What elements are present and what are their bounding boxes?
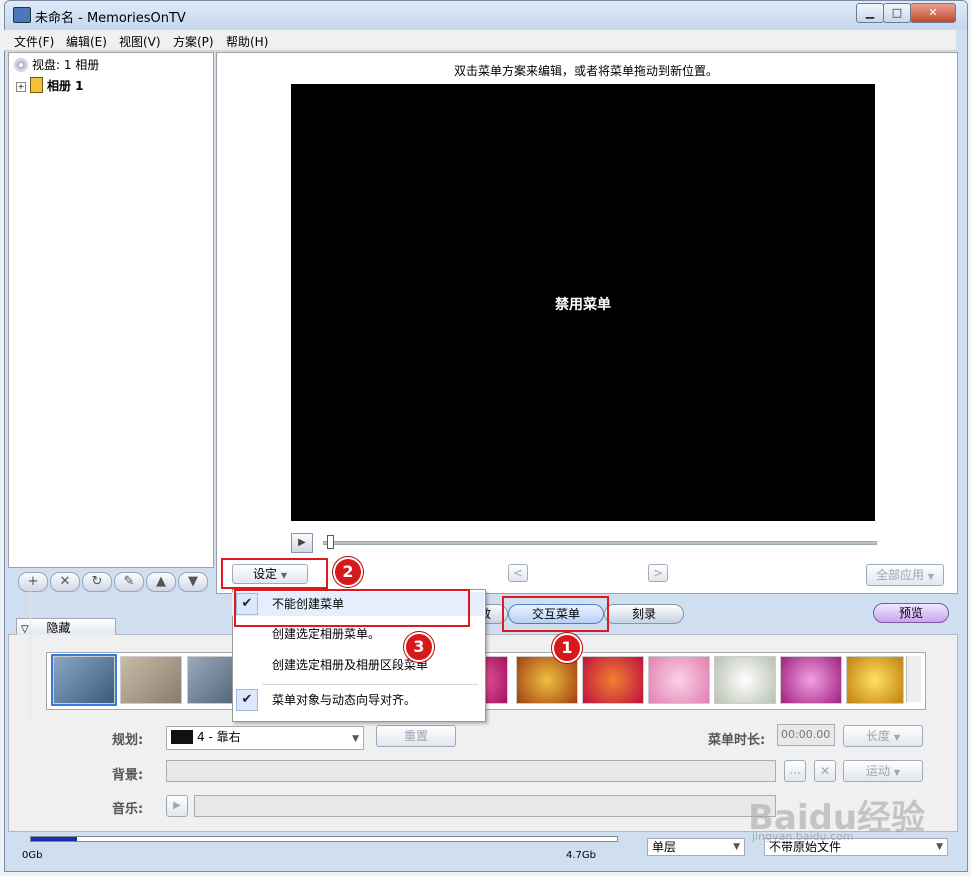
preview-hint: 双击菜单方案来编辑，或者将菜单拖动到新位置。: [453, 64, 718, 78]
layer-select[interactable]: 单层 ▼: [647, 838, 745, 856]
menu-bar: 文件(F) 编辑(E) 视图(V) 方案(P) 帮助(H): [4, 30, 956, 51]
preview-button[interactable]: 预览: [873, 603, 949, 623]
menu-item-align-to-guides[interactable]: ✔ 菜单对象与动态向导对齐。: [232, 688, 484, 712]
refresh-icon[interactable]: ↻: [82, 572, 112, 592]
theme-thumbnail[interactable]: [846, 656, 904, 704]
menu-item-label: 菜单对象与动态向导对齐。: [272, 693, 417, 707]
close-button[interactable]: ✕: [910, 3, 956, 23]
length-label: 长度: [866, 729, 891, 743]
music-label: 音乐:: [112, 802, 144, 817]
plan-value: 4 - 靠右: [197, 730, 241, 744]
annotation-box-no-menu: [234, 589, 470, 627]
album-icon: [30, 77, 43, 93]
menu-file[interactable]: 文件(F): [14, 33, 54, 50]
collapse-icon: ▽: [21, 624, 29, 635]
theme-thumbnail[interactable]: [780, 656, 842, 704]
plan-select[interactable]: 4 - 靠右 ▼: [166, 726, 364, 750]
tab-burn[interactable]: 刻录: [604, 604, 684, 624]
chevron-down-icon: ▼: [927, 572, 934, 581]
menu-duration-field[interactable]: 00:00.00: [777, 724, 835, 746]
disc-capacity-fill: [31, 837, 77, 841]
move-down-icon[interactable]: ▼: [178, 572, 208, 592]
menu-duration-label: 菜单时长:: [708, 733, 766, 748]
menu-gutter: [30, 590, 31, 718]
capacity-end-label: 4.7Gb: [566, 850, 596, 861]
menu-separator: [262, 684, 478, 685]
annotation-box-interactive-menu: [502, 596, 609, 632]
theme-thumbnail[interactable]: [714, 656, 776, 704]
menu-item-album-and-section-menu[interactable]: 创建选定相册及相册区段菜单: [232, 653, 484, 677]
annotation-badge-3: 3: [404, 632, 434, 662]
preview-timeline[interactable]: [323, 541, 877, 545]
apply-all-label: 全部应用: [876, 568, 925, 582]
music-play-button[interactable]: ▶: [166, 795, 188, 817]
next-page-button[interactable]: >: [648, 564, 668, 582]
tree-root[interactable]: 视盘: 1 相册: [14, 56, 99, 73]
layer-value: 单层: [652, 840, 677, 854]
theme-thumbnail[interactable]: [51, 654, 117, 706]
chevron-down-icon: ▼: [893, 768, 900, 777]
minimize-button[interactable]: ▁: [856, 3, 884, 23]
preview-play-button[interactable]: ▶: [291, 533, 313, 553]
timeline-thumb[interactable]: [327, 535, 334, 549]
tree-root-label: 视盘: 1 相册: [32, 58, 100, 72]
background-label: 背景:: [112, 768, 144, 783]
check-icon: ✔: [236, 689, 258, 711]
annotation-badge-1: 1: [552, 633, 582, 663]
clear-background-button[interactable]: ✕: [814, 760, 836, 782]
delete-icon[interactable]: ✕: [50, 572, 80, 592]
app-icon: [13, 7, 31, 23]
theme-thumbnail[interactable]: [120, 656, 182, 704]
expand-icon[interactable]: +: [16, 82, 26, 92]
disc-capacity-bar: [30, 836, 618, 842]
prev-page-button[interactable]: <: [508, 564, 528, 582]
hide-panel-tab[interactable]: ▽ 隐藏: [16, 618, 116, 635]
chevron-down-icon: ▼: [352, 734, 359, 744]
watermark-url: jingyan.baidu.com: [752, 830, 854, 843]
tree-album-1[interactable]: + 相册 1: [16, 77, 84, 94]
menu-edit[interactable]: 编辑(E): [66, 33, 107, 50]
chevron-down-icon: ▼: [936, 842, 943, 852]
title-bar: 未命名 - MemoriesOnTV ▁ □ ✕: [5, 1, 967, 29]
annotation-badge-2: 2: [333, 557, 363, 587]
reset-button[interactable]: 重置: [376, 725, 456, 747]
menu-project[interactable]: 方案(P): [173, 33, 214, 50]
theme-thumbnail[interactable]: [648, 656, 710, 704]
theme-thumbnail[interactable]: [582, 656, 644, 704]
menu-view[interactable]: 视图(V): [119, 33, 161, 50]
menu-item-label: 创建选定相册及相册区段菜单: [272, 658, 429, 672]
thumbnail-scrollbar[interactable]: [906, 656, 921, 702]
album-tree: [8, 52, 214, 568]
music-field[interactable]: [194, 795, 776, 817]
maximize-button[interactable]: □: [883, 3, 911, 23]
chevron-down-icon: ▼: [893, 733, 900, 742]
tree-album-label: 相册 1: [47, 79, 84, 93]
motion-label: 运动: [866, 764, 891, 778]
plan-label: 规划:: [112, 733, 144, 748]
disc-icon: [14, 58, 28, 72]
browse-background-button[interactable]: ...: [784, 760, 806, 782]
move-up-icon[interactable]: ▲: [146, 572, 176, 592]
window-title: 未命名 - MemoriesOnTV: [35, 11, 186, 26]
edit-icon[interactable]: ✎: [114, 572, 144, 592]
hide-tab-label: 隐藏: [46, 621, 71, 635]
disabled-menu-text: 禁用菜单: [555, 297, 611, 313]
chevron-down-icon: ▼: [733, 842, 740, 852]
layout-icon: [171, 730, 193, 744]
length-button[interactable]: 长度 ▼: [843, 725, 923, 747]
theme-thumbnail[interactable]: [516, 656, 578, 704]
add-icon[interactable]: +: [18, 572, 48, 592]
capacity-start-label: 0Gb: [22, 850, 43, 861]
apply-all-button[interactable]: 全部应用 ▼: [866, 564, 944, 586]
menu-help[interactable]: 帮助(H): [226, 33, 268, 50]
background-field[interactable]: [166, 760, 776, 782]
motion-button[interactable]: 运动 ▼: [843, 760, 923, 782]
annotation-box-settings: [221, 558, 328, 589]
